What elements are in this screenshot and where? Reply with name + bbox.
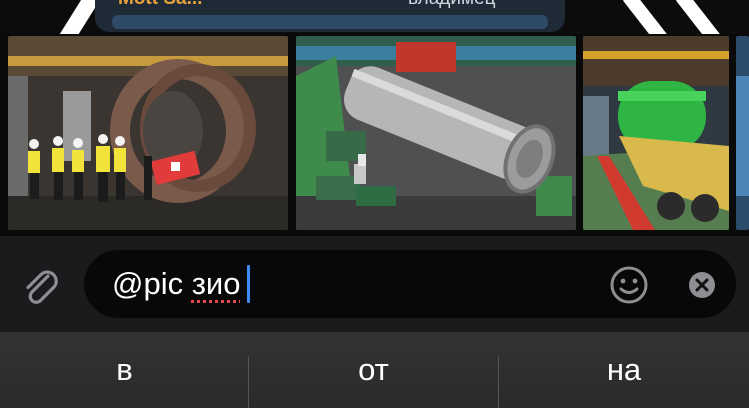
- suggestion-3[interactable]: на: [499, 332, 749, 408]
- message-title: Mott Sa...: [118, 0, 202, 10]
- suggestion-1[interactable]: в: [0, 332, 249, 408]
- result-image-1[interactable]: [8, 36, 288, 230]
- result-image-3[interactable]: [583, 36, 729, 230]
- result-image-4[interactable]: [736, 36, 749, 230]
- message-author: владимец: [408, 0, 496, 10]
- background-stripe: [55, 0, 101, 34]
- message-quote-bar: [112, 15, 548, 29]
- message-composer: @pic зио: [0, 236, 749, 332]
- background-stripe: [676, 0, 724, 34]
- inline-results-strip[interactable]: [0, 34, 749, 236]
- result-image-2[interactable]: [296, 36, 576, 230]
- suggestion-2[interactable]: от: [249, 332, 498, 408]
- smiley-icon[interactable]: [608, 264, 650, 306]
- background-stripe: [623, 0, 671, 34]
- chat-message-area: Mott Sa... владимец: [0, 0, 749, 34]
- keyboard-suggestion-bar: в от на: [0, 332, 749, 408]
- paperclip-icon[interactable]: [18, 264, 64, 310]
- message-input-text: @pic зио: [112, 265, 250, 303]
- message-input[interactable]: @pic зио: [84, 250, 736, 318]
- search-query: зио: [191, 266, 241, 301]
- clear-x-icon[interactable]: [688, 271, 716, 299]
- text-caret: [246, 265, 250, 303]
- inline-bot-mention: @pic: [112, 266, 192, 301]
